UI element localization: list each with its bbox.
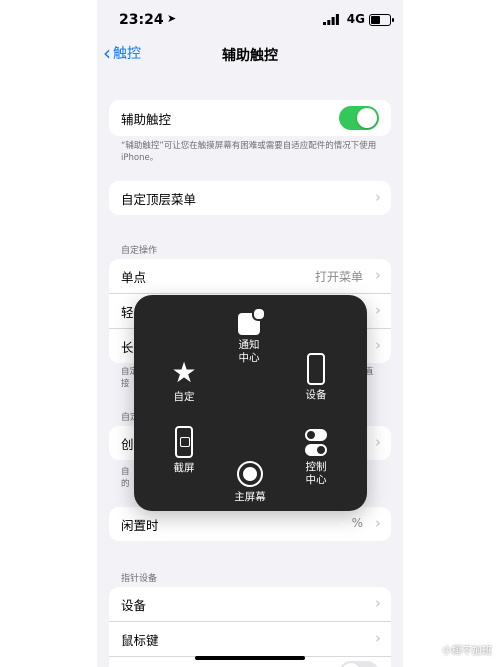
device-label: 设备 bbox=[305, 389, 327, 401]
chevron-right-icon: › bbox=[375, 594, 381, 612]
watermark-text: 小椰不加班 bbox=[442, 646, 492, 657]
custom-actions-header: 自定操作 bbox=[121, 246, 158, 256]
home-label: 主屏幕 bbox=[234, 491, 266, 503]
nav-bar: ‹ 触控 辅助触控 bbox=[97, 40, 403, 70]
chevron-right-icon: › bbox=[375, 188, 381, 206]
custom-menu-label: 自定顶层菜单 bbox=[121, 191, 197, 207]
devices-label: 设备 bbox=[121, 597, 147, 613]
long-press-label: 长 bbox=[121, 339, 134, 355]
assistive-touch-row: 辅助触控 bbox=[109, 100, 391, 136]
pointer-devices-card: 设备 › 鼠标键 › bbox=[109, 587, 391, 667]
home-button-icon bbox=[237, 461, 263, 487]
chevron-right-icon: › bbox=[375, 301, 381, 319]
single-tap-value: 打开菜单 bbox=[314, 270, 363, 284]
menu-control-center[interactable]: 控制 中心 bbox=[294, 429, 338, 487]
custom-label: 自定 bbox=[173, 391, 195, 403]
menu-device[interactable]: 设备 bbox=[294, 353, 338, 402]
idle-opacity-card: 闲置时 % › bbox=[109, 507, 391, 541]
idle-opacity-label: 闲置时 bbox=[121, 517, 159, 533]
battery-icon bbox=[369, 14, 394, 26]
custom-actions-note-right: 直 bbox=[365, 367, 374, 377]
network-type: 4G bbox=[346, 12, 365, 26]
menu-custom[interactable]: ★ 自定 bbox=[162, 359, 206, 404]
partial-toggle[interactable] bbox=[339, 661, 379, 667]
assistive-touch-menu: 通知 中心 ★ 自定 设备 截屏 控制 中心 主屏幕 bbox=[134, 295, 367, 511]
chevron-right-icon: › bbox=[375, 266, 381, 284]
screenshot-icon bbox=[175, 426, 193, 458]
double-tap-label: 轻 bbox=[121, 304, 134, 320]
status-bar: 23:24 ➤ 4G bbox=[97, 0, 403, 40]
menu-notification-center[interactable]: 通知 中心 bbox=[224, 307, 274, 365]
assistive-touch-card: 辅助触控 bbox=[109, 100, 391, 136]
assistive-touch-label: 辅助触控 bbox=[121, 111, 172, 127]
mouse-keys-row[interactable]: 鼠标键 › bbox=[109, 621, 391, 656]
signal-icon bbox=[323, 14, 339, 25]
status-time: 23:24 bbox=[119, 12, 164, 28]
screenshot-label: 截屏 bbox=[173, 462, 195, 474]
chevron-right-icon: › bbox=[375, 514, 381, 532]
assistive-touch-toggle[interactable] bbox=[339, 106, 379, 130]
notification-center-icon bbox=[238, 307, 266, 335]
device-icon bbox=[307, 353, 325, 385]
custom-menu-row[interactable]: 自定顶层菜单 › bbox=[109, 181, 391, 215]
devices-row[interactable]: 设备 › bbox=[109, 587, 391, 621]
idle-opacity-value: % bbox=[351, 516, 363, 530]
single-tap-label: 单点 bbox=[121, 269, 147, 285]
menu-screenshot[interactable]: 截屏 bbox=[162, 426, 206, 475]
page-title: 辅助触控 bbox=[222, 48, 278, 64]
mouse-keys-label: 鼠标键 bbox=[121, 632, 159, 648]
location-icon: ➤ bbox=[167, 12, 177, 25]
idle-opacity-row[interactable]: 闲置时 % › bbox=[109, 507, 391, 541]
custom-menu-card: 自定顶层菜单 › bbox=[109, 181, 391, 215]
home-indicator bbox=[195, 656, 305, 660]
star-icon: ★ bbox=[171, 356, 197, 389]
menu-home[interactable]: 主屏幕 bbox=[224, 461, 276, 504]
watermark: 小椰不加班 bbox=[442, 642, 492, 657]
create-gesture-label: 创 bbox=[121, 436, 134, 452]
control-center-icon bbox=[305, 429, 327, 457]
pointer-devices-header: 指针设备 bbox=[121, 574, 158, 584]
chevron-right-icon: › bbox=[375, 629, 381, 647]
chevron-right-icon: › bbox=[375, 433, 381, 451]
single-tap-row[interactable]: 单点 打开菜单 › bbox=[109, 259, 391, 293]
assistive-touch-note: “辅助触控”可让您在触摸屏幕有困难或需要自适应配件的情况下使用iPhone。 bbox=[121, 141, 377, 163]
chevron-right-icon: › bbox=[375, 336, 381, 354]
notification-center-label: 通知 中心 bbox=[238, 339, 260, 364]
control-center-label: 控制 中心 bbox=[305, 461, 327, 486]
